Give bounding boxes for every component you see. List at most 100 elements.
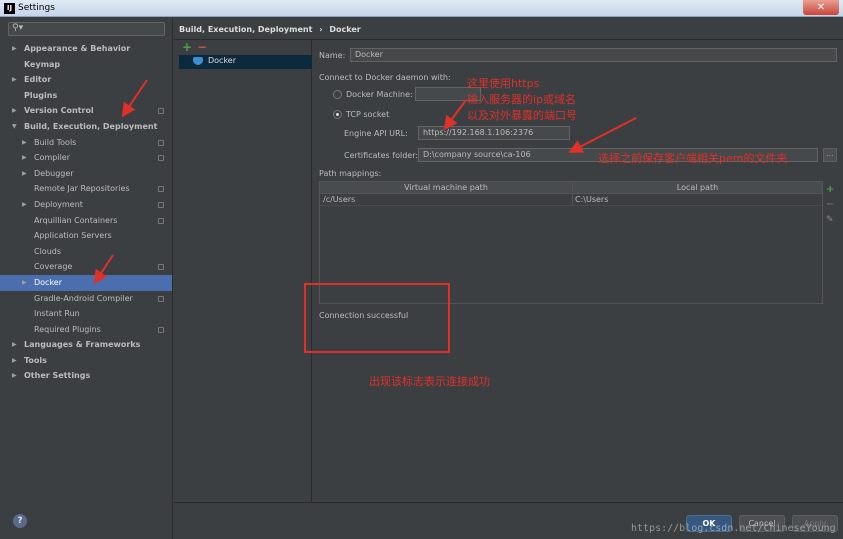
- chevron-right-icon[interactable]: ▶: [22, 197, 27, 213]
- sidebar-item-build-tools[interactable]: ▶ Build Tools: [0, 135, 172, 151]
- sidebar-item-label: Coverage: [34, 262, 73, 272]
- docker-list-item-label: Docker: [208, 56, 237, 65]
- sidebar-item-tools[interactable]: ▶ Tools: [0, 353, 172, 369]
- table-row[interactable]: /c/Users C:\Users: [320, 194, 822, 206]
- cert-folder-label: Certificates folder:: [344, 151, 419, 160]
- chevron-right-icon[interactable]: ▶: [22, 166, 27, 182]
- sidebar-item-label: Gradle-Android Compiler: [34, 293, 133, 303]
- chevron-right-icon[interactable]: ▶: [22, 275, 27, 291]
- close-icon[interactable]: ✕: [803, 0, 839, 15]
- project-settings-icon: [158, 139, 164, 146]
- sidebar-item-required-plugins[interactable]: Required Plugins: [0, 322, 172, 338]
- search-icon: ⚲▾: [12, 23, 24, 33]
- add-docker-button[interactable]: +: [182, 40, 192, 54]
- settings-tree: ▶ Appearance & Behavior Keymap ▶ Editor Plugi…: [0, 41, 172, 384]
- chevron-right-icon[interactable]: ▶: [12, 337, 17, 353]
- project-settings-icon: [158, 217, 164, 224]
- breadcrumb-current: Docker: [329, 25, 361, 34]
- chevron-right-icon[interactable]: ▶: [12, 353, 17, 369]
- project-settings-icon: [158, 186, 164, 193]
- intellij-icon: IJ: [4, 3, 15, 14]
- project-settings-icon: [158, 326, 164, 333]
- remove-docker-button[interactable]: −: [197, 40, 207, 54]
- breadcrumb-separator: ›: [319, 25, 323, 34]
- chevron-right-icon[interactable]: ▶: [12, 72, 17, 88]
- sidebar-item-label: Remote Jar Repositories: [34, 184, 130, 194]
- add-mapping-button[interactable]: +: [826, 184, 834, 195]
- vm-path-cell[interactable]: /c/Users: [323, 195, 355, 204]
- engine-api-field[interactable]: https://192.168.1.106:2376: [418, 126, 570, 140]
- project-settings-icon: [158, 295, 164, 302]
- chevron-right-icon[interactable]: ▶: [12, 41, 17, 57]
- sidebar-item-keymap[interactable]: Keymap: [0, 57, 172, 73]
- sidebar-item-label: Instant Run: [34, 309, 80, 319]
- sidebar-item-clouds[interactable]: Clouds: [0, 244, 172, 260]
- table-header: Virtual machine path Local path: [320, 182, 822, 194]
- sidebar-item-remote-jar-repositories[interactable]: Remote Jar Repositories: [0, 181, 172, 197]
- arrow-to-engine-api: [443, 99, 467, 131]
- pencil-icon[interactable]: ✎: [826, 215, 834, 225]
- column-header-vm-path[interactable]: Virtual machine path: [320, 183, 572, 192]
- remove-mapping-button[interactable]: −: [826, 199, 834, 210]
- column-divider: [572, 194, 573, 206]
- sidebar-item-label: Appearance & Behavior: [24, 44, 131, 53]
- sidebar-item-gradle-android-compiler[interactable]: Gradle-Android Compiler: [0, 291, 172, 307]
- sidebar-item-label: Build Tools: [34, 137, 77, 147]
- chevron-right-icon[interactable]: ▶: [12, 103, 17, 119]
- tcp-socket-radio[interactable]: [333, 110, 342, 119]
- sidebar-item-arquillian-containers[interactable]: Arquillian Containers: [0, 213, 172, 229]
- sidebar-item-label: Debugger: [34, 168, 74, 178]
- sidebar-item-label: Application Servers: [34, 231, 112, 241]
- docker-machine-label: Docker Machine:: [346, 90, 413, 99]
- docker-machine-radio[interactable]: [333, 90, 342, 99]
- search-input[interactable]: ⚲▾: [8, 22, 165, 36]
- project-settings-icon: [158, 201, 164, 208]
- window-title: Settings: [18, 3, 55, 13]
- sidebar-item-label: Plugins: [24, 90, 58, 100]
- annotation-cert: 选择之前保存客户端相关pem的文件夹: [598, 152, 788, 165]
- breadcrumb-parent: Build, Execution, Deployment: [179, 25, 313, 34]
- sidebar-item-editor[interactable]: ▶ Editor: [0, 72, 172, 88]
- sidebar-item-label: Keymap: [24, 59, 61, 69]
- docker-list-item[interactable]: Docker: [179, 55, 312, 69]
- sidebar-item-other-settings[interactable]: ▶ Other Settings: [0, 368, 172, 384]
- sidebar-item-instant-run[interactable]: Instant Run: [0, 306, 172, 322]
- sidebar-item-docker[interactable]: ▶ Docker: [0, 274, 172, 291]
- breadcrumb: Build, Execution, Deployment › Docker: [179, 25, 365, 34]
- annotation-success: 出现该标志表示连接成功: [369, 375, 490, 388]
- name-label: Name:: [319, 51, 346, 60]
- project-settings-icon: [158, 155, 164, 162]
- engine-api-label: Engine API URL:: [344, 129, 408, 138]
- browse-button[interactable]: ...: [823, 148, 837, 162]
- chevron-down-icon[interactable]: ▼: [12, 119, 17, 135]
- sidebar-item-appearance-behavior[interactable]: ▶ Appearance & Behavior: [0, 41, 172, 57]
- docker-whale-icon: [193, 57, 203, 65]
- chevron-right-icon[interactable]: ▶: [12, 368, 17, 384]
- sidebar-item-coverage[interactable]: Coverage: [0, 259, 172, 275]
- sidebar-item-debugger[interactable]: ▶ Debugger: [0, 166, 172, 182]
- name-field[interactable]: Docker: [350, 48, 837, 62]
- chevron-right-icon[interactable]: ▶: [22, 135, 27, 151]
- sidebar-item-label: Editor: [24, 75, 52, 85]
- sidebar-item-label: Tools: [24, 355, 47, 365]
- help-button[interactable]: ?: [13, 514, 27, 528]
- sidebar-item-label: Languages & Frameworks: [24, 340, 141, 350]
- sidebar-item-build-execution-deployment[interactable]: ▼ Build, Execution, Deployment: [0, 119, 172, 135]
- chevron-right-icon[interactable]: ▶: [22, 150, 27, 166]
- local-path-cell[interactable]: C:\Users: [575, 195, 608, 204]
- sidebar-item-version-control[interactable]: ▶ Version Control: [0, 103, 172, 119]
- docker-config-list: + − Docker: [174, 40, 312, 502]
- sidebar-item-application-servers[interactable]: Application Servers: [0, 228, 172, 244]
- footer-divider: [174, 502, 843, 503]
- sidebar-item-label: Required Plugins: [34, 324, 101, 334]
- annotation-tcp-line2: 输入服务器的ip或域名: [467, 93, 577, 106]
- annotation-highlight-box: [304, 283, 450, 353]
- sidebar-item-compiler[interactable]: ▶ Compiler: [0, 150, 172, 166]
- sidebar-item-label: Build, Execution, Deployment: [24, 121, 158, 131]
- watermark: https://blog.csdn.net/ChineseYoung: [631, 523, 836, 534]
- sidebar-item-languages-frameworks[interactable]: ▶ Languages & Frameworks: [0, 337, 172, 353]
- sidebar-item-plugins[interactable]: Plugins: [0, 88, 172, 104]
- arrow-to-cert-folder: [568, 117, 637, 153]
- column-header-local-path[interactable]: Local path: [572, 183, 822, 192]
- sidebar-item-deployment[interactable]: ▶ Deployment: [0, 197, 172, 213]
